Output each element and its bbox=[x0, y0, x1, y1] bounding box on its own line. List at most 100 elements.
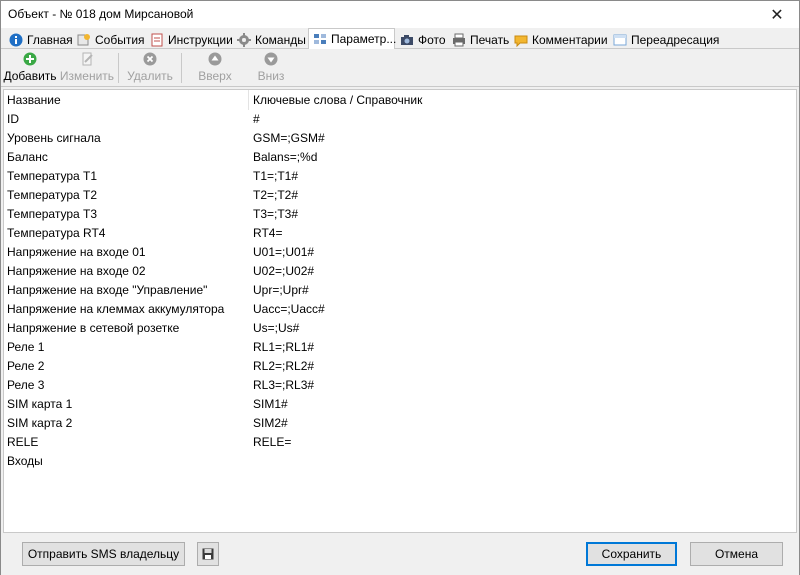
title-bar: Объект - № 018 дом Мирсановой ✕ bbox=[1, 1, 799, 28]
add-label: Добавить bbox=[3, 69, 57, 83]
table-row[interactable]: Входы bbox=[4, 452, 796, 471]
cell-name: Напряжение на входе "Управление" bbox=[7, 283, 208, 297]
tab-label: Главная bbox=[27, 32, 73, 47]
send-sms-button[interactable]: Отправить SMS владельцу bbox=[22, 542, 185, 566]
cell-name: Напряжение в сетевой розетке bbox=[7, 321, 180, 335]
info-icon bbox=[9, 33, 23, 46]
edit-label: Изменить bbox=[59, 69, 115, 83]
table-row[interactable]: Напряжение в сетевой розетке Us=;Us# bbox=[4, 319, 796, 338]
cell-keywords: GSM=;GSM# bbox=[253, 131, 325, 145]
tab-label: Печать bbox=[470, 32, 510, 47]
cell-name: Температура RT4 bbox=[7, 226, 106, 240]
tab-instructions[interactable]: Инструкции bbox=[146, 30, 233, 49]
table-row[interactable]: Реле 1 RL1=;RL1# bbox=[4, 338, 796, 357]
cell-keywords: Uacc=;Uacc# bbox=[253, 302, 325, 316]
tab-bar: Главная События Инструкции Команды Парам… bbox=[1, 28, 799, 50]
delete-icon bbox=[143, 52, 157, 66]
table-row[interactable]: Температура Т1 T1=;T1# bbox=[4, 167, 796, 186]
cell-keywords: Us=;Us# bbox=[253, 321, 300, 335]
tab-print[interactable]: Печать bbox=[448, 30, 509, 49]
table-row[interactable]: SIM карта 2 SIM2# bbox=[4, 414, 796, 433]
cell-name: Напряжение на входе 01 bbox=[7, 245, 146, 259]
cell-name: Реле 3 bbox=[7, 378, 45, 392]
table-row[interactable]: Баланс Balans=;%d bbox=[4, 148, 796, 167]
edit-button[interactable]: Изменить bbox=[59, 51, 115, 85]
cell-keywords: RL2=;RL2# bbox=[253, 359, 315, 373]
table-row[interactable]: SIM карта 1 SIM1# bbox=[4, 395, 796, 414]
save-to-disk-button[interactable] bbox=[197, 542, 219, 566]
send-sms-label: Отправить SMS владельцу bbox=[27, 547, 180, 561]
tab-label: События bbox=[95, 32, 145, 47]
parameters-icon bbox=[314, 34, 326, 44]
tab-redirect[interactable]: Переадресация bbox=[609, 30, 719, 49]
cell-name: Входы bbox=[7, 454, 43, 468]
window-title: Объект - № 018 дом Мирсановой bbox=[8, 7, 194, 21]
cell-name: Напряжение на клеммах аккумулятора bbox=[7, 302, 225, 316]
table-row[interactable]: Напряжение на клеммах аккумулятора Uacc=… bbox=[4, 300, 796, 319]
table-row[interactable]: ID # bbox=[4, 110, 796, 129]
cell-keywords: T2=;T2# bbox=[253, 188, 299, 202]
table-row[interactable]: Температура RT4 RT4= bbox=[4, 224, 796, 243]
table-row[interactable]: Температура Т3 T3=;T3# bbox=[4, 205, 796, 224]
comment-icon bbox=[514, 35, 528, 47]
tab-comments[interactable]: Комментарии bbox=[510, 30, 608, 49]
events-icon bbox=[77, 33, 90, 45]
cell-keywords: # bbox=[253, 112, 260, 126]
column-header-name[interactable]: Название bbox=[7, 93, 61, 107]
cell-name: Температура Т1 bbox=[7, 169, 98, 183]
move-down-button[interactable]: Вниз bbox=[251, 51, 291, 85]
redirect-icon bbox=[613, 34, 627, 45]
cell-keywords: Balans=;%d bbox=[253, 150, 318, 164]
move-up-button[interactable]: Вверх bbox=[193, 51, 237, 85]
cell-name: Реле 2 bbox=[7, 359, 45, 373]
delete-button[interactable]: Удалить bbox=[125, 51, 175, 85]
column-divider[interactable] bbox=[248, 90, 249, 110]
tab-photo[interactable]: Фото bbox=[396, 30, 446, 49]
table-row[interactable]: Реле 3 RL3=;RL3# bbox=[4, 376, 796, 395]
instructions-icon bbox=[151, 33, 163, 46]
tab-main[interactable]: Главная bbox=[5, 30, 73, 49]
toolbar-separator bbox=[118, 53, 119, 83]
cell-keywords: SIM1# bbox=[253, 397, 288, 411]
camera-icon bbox=[401, 34, 413, 45]
table-row[interactable]: Напряжение на входе "Управление" Upr=;Up… bbox=[4, 281, 796, 300]
cell-keywords: RL1=;RL1# bbox=[253, 340, 315, 354]
floppy-disk-icon bbox=[202, 548, 214, 560]
tab-label: Инструкции bbox=[168, 32, 233, 47]
tab-events[interactable]: События bbox=[73, 30, 145, 49]
tab-parameters[interactable]: Параметр... bbox=[308, 28, 396, 50]
table-row[interactable]: Напряжение на входе 02 U02=;U02# bbox=[4, 262, 796, 281]
grid-header: Название Ключевые слова / Справочник bbox=[4, 90, 796, 110]
toolbar-separator bbox=[181, 53, 182, 83]
cell-keywords: T1=;T1# bbox=[253, 169, 299, 183]
save-button[interactable]: Сохранить bbox=[586, 542, 677, 566]
printer-icon bbox=[453, 33, 465, 46]
object-window: Объект - № 018 дом Мирсановой ✕ Главная … bbox=[0, 0, 800, 575]
table-row[interactable]: Реле 2 RL2=;RL2# bbox=[4, 357, 796, 376]
table-row[interactable]: Напряжение на входе 01 U01=;U01# bbox=[4, 243, 796, 262]
cell-name: Баланс bbox=[7, 150, 48, 164]
cell-name: Напряжение на входе 02 bbox=[7, 264, 146, 278]
add-button[interactable]: Добавить bbox=[3, 51, 57, 85]
cell-name: Температура Т3 bbox=[7, 207, 98, 221]
arrow-up-icon bbox=[208, 52, 222, 66]
table-row[interactable]: Уровень сигнала GSM=;GSM# bbox=[4, 129, 796, 148]
tab-commands[interactable]: Команды bbox=[233, 30, 306, 49]
tab-label: Команды bbox=[255, 32, 306, 47]
tab-label: Переадресация bbox=[631, 32, 720, 47]
cell-name: Уровень сигнала bbox=[7, 131, 101, 145]
cell-name: SIM карта 1 bbox=[7, 397, 73, 411]
tab-label: Фото bbox=[418, 32, 446, 47]
column-header-keywords[interactable]: Ключевые слова / Справочник bbox=[253, 93, 422, 107]
cell-keywords: U01=;U01# bbox=[253, 245, 315, 259]
close-button[interactable]: ✕ bbox=[755, 1, 799, 28]
move-down-label: Вниз bbox=[257, 69, 285, 83]
cancel-button[interactable]: Отмена bbox=[690, 542, 783, 566]
table-row[interactable]: RELE RELE= bbox=[4, 433, 796, 452]
table-row[interactable]: Температура Т2 T2=;T2# bbox=[4, 186, 796, 205]
cell-keywords: RL3=;RL3# bbox=[253, 378, 315, 392]
delete-label: Удалить bbox=[127, 69, 173, 83]
move-up-label: Вверх bbox=[198, 69, 232, 83]
cancel-label: Отмена bbox=[714, 547, 759, 561]
close-icon: ✕ bbox=[770, 6, 784, 24]
